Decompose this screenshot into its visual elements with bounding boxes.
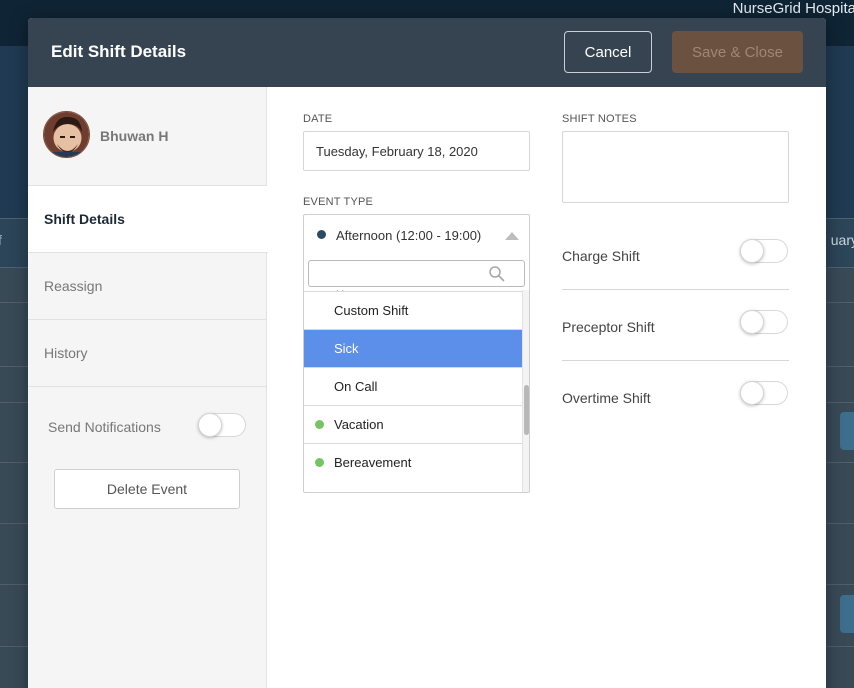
sidebar: Bhuwan H Shift Details Reassign History …: [28, 87, 268, 688]
option-label: On Call: [334, 379, 378, 394]
option-vacation[interactable]: Vacation: [304, 405, 522, 443]
charge-shift-row: Charge Shift: [562, 227, 789, 298]
option-label: Vacation: [334, 417, 384, 432]
event-type-search[interactable]: [308, 260, 525, 287]
sidebar-item-reassign[interactable]: Reassign: [28, 253, 267, 320]
profile-name: Bhuwan H: [100, 128, 169, 144]
event-type-select[interactable]: Afternoon (12:00 - 19:00): [304, 215, 529, 255]
background-shift-chip: [840, 412, 854, 450]
send-notifications-label: Send Notifications: [48, 419, 161, 435]
sidebar-item-label: Reassign: [44, 278, 103, 294]
divider: [562, 289, 789, 290]
send-notifications-toggle[interactable]: [198, 413, 246, 437]
sidebar-item-label: History: [44, 345, 88, 361]
options-scrollbar[interactable]: [522, 290, 529, 492]
preceptor-shift-row: Preceptor Shift: [562, 298, 789, 369]
scrollbar-thumb[interactable]: [524, 385, 529, 435]
date-value: Tuesday, February 18, 2020: [316, 143, 478, 159]
delete-event-button[interactable]: Delete Event: [54, 469, 240, 509]
preceptor-shift-label: Preceptor Shift: [562, 319, 655, 335]
option-on-call[interactable]: On Call: [304, 367, 522, 405]
overtime-shift-label: Overtime Shift: [562, 390, 651, 406]
option-label: Bereavement: [334, 455, 412, 470]
profile-section: Bhuwan H: [28, 87, 267, 186]
cancel-button[interactable]: Cancel: [564, 31, 652, 73]
charge-shift-label: Charge Shift: [562, 248, 640, 264]
event-type-search-input[interactable]: [309, 261, 489, 286]
date-label: DATE: [303, 113, 333, 125]
overtime-shift-row: Overtime Shift: [562, 369, 789, 440]
toggle-knob: [740, 381, 764, 405]
shift-notes-label: SHIFT NOTES: [562, 113, 637, 125]
option-bereavement[interactable]: Bereavement: [304, 443, 522, 481]
charge-shift-toggle[interactable]: [740, 239, 788, 263]
option-label: Sick: [334, 341, 359, 356]
search-icon: [489, 266, 505, 282]
event-type-color-dot: [317, 230, 326, 239]
toggle-knob: [198, 413, 222, 437]
edit-shift-modal: Edit Shift Details Cancel Save & Close B…: [28, 18, 826, 688]
avatar: [43, 111, 90, 158]
date-field[interactable]: Tuesday, February 18, 2020: [303, 131, 530, 171]
event-type-value: Afternoon (12:00 - 19:00): [336, 228, 482, 243]
option-label: Custom Shift: [334, 303, 409, 318]
shift-notes-field[interactable]: [562, 131, 789, 203]
background-left-fragment: f: [0, 232, 2, 248]
option-sick[interactable]: Sick: [304, 329, 522, 367]
divider: [562, 360, 789, 361]
background-right-fragment: uary: [830, 232, 854, 248]
background-shift-chip: [840, 595, 854, 633]
sidebar-item-label: Shift Details: [44, 211, 125, 227]
sidebar-item-shift-details[interactable]: Shift Details: [28, 186, 268, 253]
preceptor-shift-toggle[interactable]: [740, 310, 788, 334]
toggle-knob: [740, 310, 764, 334]
modal-header: Edit Shift Details Cancel Save & Close: [28, 18, 826, 87]
background-app-name: NurseGrid Hospita: [732, 0, 854, 17]
event-type-options-list: ( ) Custom Shift Sick On Call Vacation B…: [304, 290, 522, 492]
avatar-image: [44, 112, 89, 157]
modal-title: Edit Shift Details: [51, 42, 187, 61]
event-type-dropdown[interactable]: Afternoon (12:00 - 19:00) ( ) Custom Shi…: [303, 214, 530, 493]
caret-up-icon[interactable]: [505, 232, 519, 240]
bereavement-color-dot: [315, 458, 324, 467]
sidebar-item-history[interactable]: History: [28, 320, 267, 387]
save-and-close-button[interactable]: Save & Close: [672, 31, 803, 73]
toggle-knob: [740, 239, 764, 263]
event-type-label: EVENT TYPE: [303, 196, 374, 208]
overtime-shift-toggle[interactable]: [740, 381, 788, 405]
vacation-color-dot: [315, 420, 324, 429]
option-custom-shift[interactable]: Custom Shift: [304, 291, 522, 329]
